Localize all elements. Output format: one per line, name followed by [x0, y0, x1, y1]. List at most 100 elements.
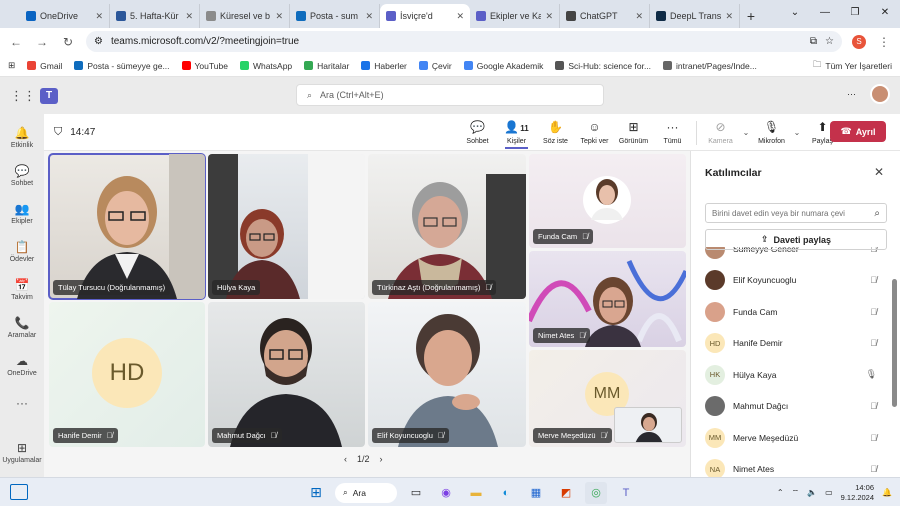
notifications-icon[interactable]: 🔔 — [882, 488, 892, 497]
browser-tab[interactable]: ChatGPT ✕ — [560, 4, 650, 28]
back-icon[interactable]: ← — [8, 35, 24, 49]
rail-item-aramalar[interactable]: 📞 Aramalar — [0, 308, 44, 346]
volume-icon[interactable]: 🔈 — [807, 488, 817, 497]
teams-app-icon[interactable]: T — [615, 482, 637, 504]
site-info-icon[interactable]: ⚙ — [94, 36, 103, 47]
tab-close-icon[interactable]: ✕ — [365, 11, 373, 22]
system-clock[interactable]: 14:06 9.12.2024 — [841, 483, 874, 503]
participant-row[interactable]: HK Hülya Kaya 🎙 — [691, 359, 891, 391]
restore-icon[interactable]: ❐ — [840, 0, 870, 24]
camera-button[interactable]: ⊘ Kamera — [701, 116, 740, 149]
participant-row[interactable]: Mahmut Dağcı 🎙̸ — [691, 391, 891, 423]
chrome-icon[interactable]: ◎ — [585, 481, 607, 504]
shield-icon[interactable]: ⛉ — [54, 126, 62, 139]
video-tile[interactable]: Mahmut Dağcı 🎙̸ — [208, 302, 365, 447]
profile-avatar[interactable]: S — [852, 34, 866, 49]
office-icon[interactable]: ◩ — [555, 482, 577, 504]
more-options-icon[interactable]: ··· — [847, 89, 856, 99]
view-button[interactable]: ⊞ Görünüm — [614, 116, 653, 149]
new-tab-button[interactable]: + — [740, 4, 762, 28]
browser-tab[interactable]: Posta - sum ✕ — [290, 4, 380, 28]
bookmark-item[interactable]: Gmail — [27, 61, 62, 71]
battery-icon[interactable]: ▭ — [825, 488, 833, 497]
task-view-icon[interactable]: ▭ — [405, 482, 427, 504]
participant-row[interactable]: Elif Koyuncuoglu 🎙̸ — [691, 265, 891, 297]
store-icon[interactable]: ▦ — [525, 482, 547, 504]
more-actions-button[interactable]: ··· Tümü — [653, 116, 692, 149]
network-icon[interactable]: ⌔ — [792, 488, 800, 498]
minimize-icon[interactable]: — — [810, 0, 840, 24]
camera-options-chevron-icon[interactable]: ⌄ — [740, 128, 752, 137]
rail-item-onedrive[interactable]: ☁ OneDrive — [0, 346, 44, 384]
rail-apps[interactable]: ⊞ Uygulamalar — [0, 433, 44, 471]
forward-icon[interactable]: → — [34, 35, 50, 49]
tab-close-icon[interactable]: ✕ — [185, 11, 193, 22]
tab-close-icon[interactable]: ✕ — [275, 11, 283, 22]
tab-close-icon[interactable]: ✕ — [725, 11, 733, 22]
rail-item-sohbet[interactable]: 💬 Sohbet — [0, 156, 44, 194]
invite-input[interactable]: Birini davet edin veya bir numara çevi ⌕ — [705, 203, 887, 223]
bookmark-item[interactable]: Google Akademik — [463, 61, 543, 71]
tab-close-icon[interactable]: ✕ — [95, 11, 103, 22]
edge-icon[interactable]: ◐ — [495, 482, 517, 504]
participant-row[interactable]: HD Hanife Demir 🎙̸ — [691, 328, 891, 360]
rail-item-ödevler[interactable]: 📋 Ödevler — [0, 232, 44, 270]
browser-tab[interactable]: 5. Hafta-Kür ✕ — [110, 4, 200, 28]
file-explorer-icon[interactable]: ▬ — [465, 482, 487, 504]
browser-tab[interactable]: Ekipler ve Ka ✕ — [470, 4, 560, 28]
video-tile[interactable]: Tülay Tursucu (Doğrulanmamış) — [48, 153, 206, 300]
video-tile[interactable]: Funda Cam 🎙̸ — [529, 154, 686, 248]
participant-row[interactable]: Funda Cam 🎙̸ — [691, 296, 891, 328]
people-button[interactable]: 👤11 Kişiler — [497, 116, 536, 149]
bookmark-star-icon[interactable]: ☆ — [825, 36, 834, 47]
mic-options-chevron-icon[interactable]: ⌄ — [791, 128, 803, 137]
share-invite-button[interactable]: ⇪ Daveti paylaş — [705, 229, 887, 250]
bookmark-item[interactable]: Haritalar — [304, 61, 349, 71]
meet-app-icon[interactable]: ◉ — [435, 482, 457, 504]
user-avatar[interactable] — [870, 84, 890, 104]
chat-button[interactable]: 💬 Sohbet — [458, 116, 497, 149]
next-page-icon[interactable]: › — [380, 454, 383, 464]
participant-row[interactable]: NA Nimet Ates 🎙̸ — [691, 454, 891, 477]
raise-hand-button[interactable]: ✋ Söz iste — [536, 116, 575, 149]
tab-close-icon[interactable]: ✕ — [456, 11, 464, 22]
react-button[interactable]: ☺ Tepki ver — [575, 116, 614, 149]
bookmark-item[interactable]: YouTube — [181, 61, 228, 71]
video-tile[interactable]: MM Merve Meşedüzü 🎙̸ — [529, 350, 686, 447]
video-tile[interactable]: HD Hanife Demir 🎙̸ — [49, 302, 205, 447]
rail-item-takvim[interactable]: 📅 Takvim — [0, 270, 44, 308]
browser-tab[interactable]: DeepL Transl ✕ — [650, 4, 740, 28]
bookmark-item[interactable]: Posta - sümeyye ge... — [74, 61, 170, 71]
close-window-icon[interactable]: ✕ — [870, 0, 900, 24]
all-bookmarks[interactable]: 🗀 Tüm Yer İşaretleri — [813, 59, 892, 73]
bookmark-item[interactable]: Sci-Hub: science for... — [555, 61, 651, 71]
teams-search-input[interactable]: ⌕ Ara (Ctrl+Alt+E) — [296, 84, 604, 106]
browser-tab[interactable]: İsviçre'd ✕ — [380, 4, 470, 28]
taskbar-search[interactable]: ⌕ Ara — [335, 482, 397, 503]
leave-button[interactable]: ☎ Ayrıl — [830, 121, 886, 142]
start-icon[interactable]: ⊞ — [305, 482, 327, 504]
tray-chevron-icon[interactable]: ⌃ — [777, 488, 784, 497]
tab-close-icon[interactable]: ✕ — [635, 11, 643, 22]
prev-page-icon[interactable]: ‹ — [344, 454, 347, 464]
participant-row[interactable]: MM Merve Meşedüzü 🎙̸ — [691, 422, 891, 454]
panel-scrollbar[interactable] — [892, 279, 897, 407]
close-icon[interactable]: ✕ — [874, 165, 884, 179]
video-tile[interactable]: Nimet Ates 🎙̸ — [529, 251, 686, 347]
tab-close-icon[interactable]: ✕ — [545, 11, 553, 22]
video-tile[interactable]: Elif Koyuncuoglu 🎙̸ — [368, 302, 526, 447]
app-launcher-icon[interactable]: ⋮⋮⋮ — [10, 88, 49, 104]
browser-tab[interactable]: OneDrive ✕ — [20, 4, 110, 28]
browser-menu-icon[interactable]: ⋮ — [876, 35, 892, 49]
bookmark-item[interactable]: Çevir — [418, 61, 452, 71]
collapse-icon[interactable]: ⌄ — [780, 0, 810, 24]
browser-tab[interactable]: Küresel ve b ✕ — [200, 4, 290, 28]
url-field[interactable]: ⚙ teams.microsoft.com/v2/?meetingjoin=tr… — [86, 31, 842, 52]
widgets-icon[interactable] — [10, 484, 28, 500]
rail-item-ekipler[interactable]: 👥 Ekipler — [0, 194, 44, 232]
bookmark-item[interactable]: intranet/Pages/Inde... — [663, 61, 757, 71]
rail-item-etkinlik[interactable]: 🔔 Etkinlik — [0, 118, 44, 156]
rail-more[interactable]: ··· — [0, 384, 44, 422]
video-tile[interactable]: Türkinaz Aştı (Doğrulanmamış) 🎙̸ — [368, 154, 526, 299]
bookmark-item[interactable]: WhatsApp — [239, 61, 292, 71]
